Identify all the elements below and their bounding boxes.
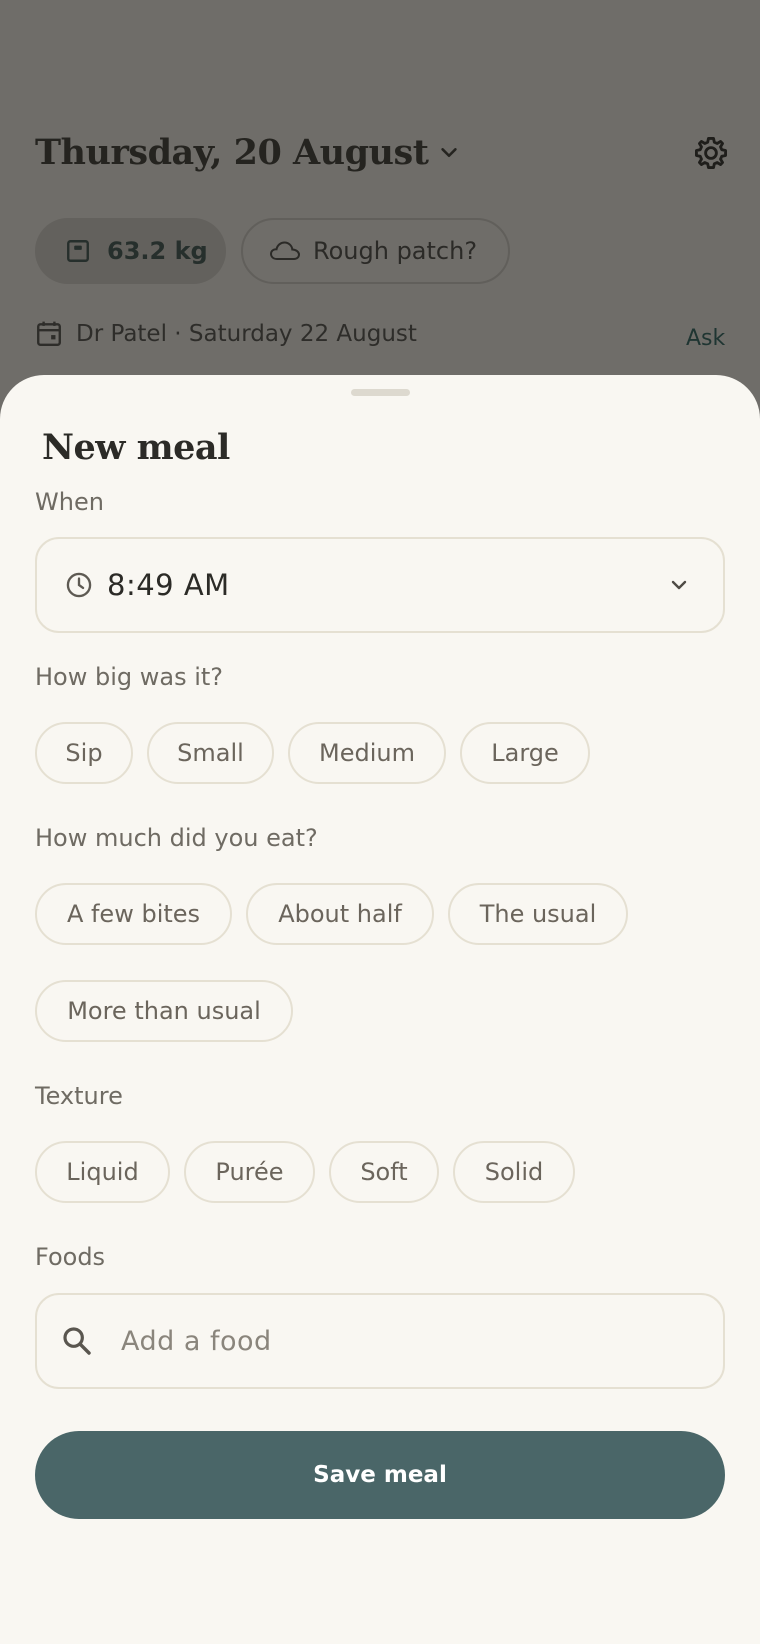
search-icon [63, 1327, 91, 1355]
size-option-medium[interactable]: Medium [288, 722, 446, 784]
size-option-sip[interactable]: Sip [35, 722, 133, 784]
date-title: Thursday, 20 August [35, 132, 429, 173]
cloud-icon [269, 241, 301, 260]
size-label: How big was it? [35, 663, 224, 691]
texture-option-puree[interactable]: Purée [184, 1141, 315, 1203]
size-option-small[interactable]: Small [147, 722, 274, 784]
texture-option-liquid[interactable]: Liquid [35, 1141, 170, 1203]
texture-label: Texture [35, 1082, 123, 1110]
sheet-title: New meal [42, 427, 230, 468]
amount-option-few-bites[interactable]: A few bites [35, 883, 232, 945]
amount-option-usual[interactable]: The usual [448, 883, 628, 945]
texture-option-solid[interactable]: Solid [453, 1141, 575, 1203]
new-meal-sheet: New meal When 8:49 AM How big was it? Si… [0, 375, 760, 1644]
weight-value: 63.2 kg [107, 237, 208, 265]
mood-chip[interactable]: Rough patch? [241, 218, 510, 284]
chevron-down-icon [441, 147, 458, 157]
size-option-large[interactable]: Large [460, 722, 590, 784]
scale-icon [67, 240, 89, 262]
appointment-text: Dr Patel · Saturday 22 August [76, 321, 417, 347]
time-value: 8:49 AM [107, 568, 230, 602]
chevron-down-icon [671, 580, 687, 590]
clock-icon [66, 572, 92, 598]
time-select[interactable]: 8:49 AM [35, 537, 725, 633]
drag-handle[interactable] [351, 389, 410, 396]
background-screen: Thursday, 20 August 63.2 kg Rough patch?… [0, 0, 760, 420]
food-search-field[interactable] [35, 1293, 725, 1389]
date-selector[interactable]: Thursday, 20 August [35, 132, 460, 173]
texture-option-soft[interactable]: Soft [329, 1141, 439, 1203]
ask-link[interactable]: Ask [686, 326, 725, 351]
mood-label: Rough patch? [313, 237, 478, 265]
amount-label: How much did you eat? [35, 824, 318, 852]
weight-chip[interactable]: 63.2 kg [35, 218, 226, 284]
save-meal-button[interactable]: Save meal [35, 1431, 725, 1519]
amount-option-about-half[interactable]: About half [246, 883, 434, 945]
food-search-input[interactable] [119, 1324, 663, 1358]
amount-option-more-than-usual[interactable]: More than usual [35, 980, 293, 1042]
foods-label: Foods [35, 1243, 106, 1271]
calendar-icon [37, 321, 61, 346]
when-label: When [35, 488, 104, 516]
gear-icon[interactable] [692, 134, 730, 172]
appointment-row[interactable]: Dr Patel · Saturday 22 August [36, 320, 417, 348]
